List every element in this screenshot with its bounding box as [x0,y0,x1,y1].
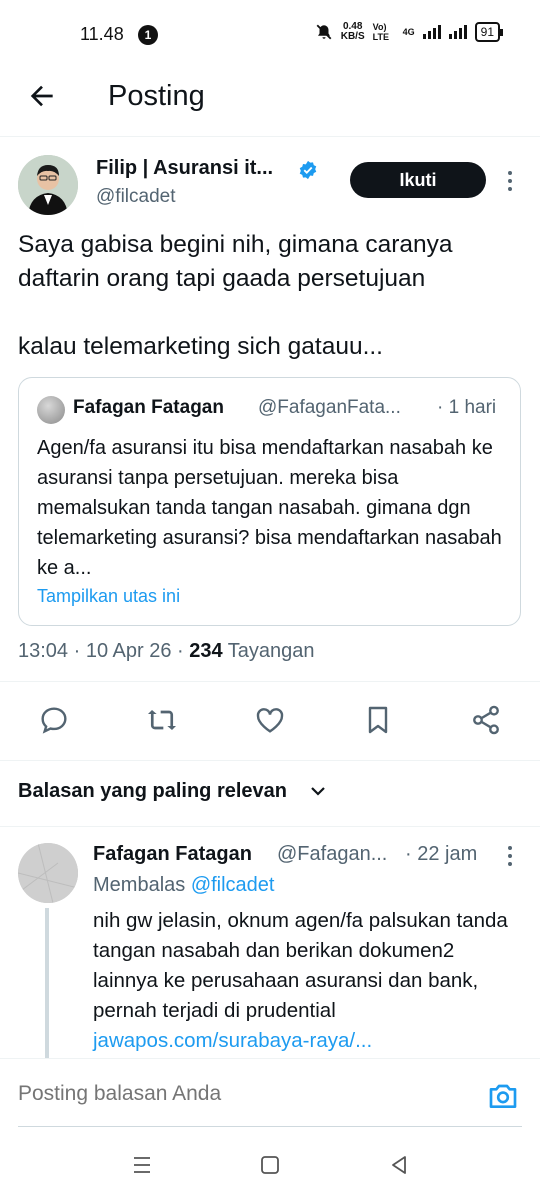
camera-icon[interactable] [486,1080,520,1112]
quote-author-name: Fafagan Fatagan [73,397,224,418]
reply-author-handle[interactable]: @Fafagan... [277,843,387,866]
net-speed-unit: KB/S [340,31,365,42]
bookmark-icon[interactable] [362,704,394,736]
quoted-tweet-card[interactable]: Fafagan Fatagan @FafaganFata... · 1 hari… [18,377,521,626]
follow-button[interactable]: Ikuti [350,162,486,198]
quote-avatar [37,396,65,424]
mention-link[interactable]: @filcadet [191,874,275,896]
share-icon[interactable] [470,704,502,736]
battery-icon: 91 [474,22,504,42]
quote-author-handle: @FafaganFata... [258,397,401,418]
reply-time: · 22 jam [405,843,478,865]
page-title: Posting [108,80,205,112]
tweet-text-line: kalau telemarketing sich gatauu... [18,333,383,360]
author-handle[interactable]: @filcadet [96,186,176,208]
like-icon[interactable] [254,704,286,736]
quote-time: · 1 hari [437,397,497,418]
signal-icon-2 [448,25,467,39]
author-avatar[interactable] [18,155,78,215]
thread-line [45,908,49,1058]
replying-to-label: Membalas [93,874,191,896]
views-count: 234 [189,640,223,662]
status-time: 11.48 [80,24,124,44]
show-thread-link[interactable]: Tampilkan utas ini [37,586,180,607]
network-type: 4G [402,27,415,37]
reply-author-name[interactable]: Fafagan Fatagan [93,843,252,866]
compose-underline [18,1126,522,1127]
chevron-down-icon[interactable] [308,781,328,801]
reply-text-body: nih gw jelasin, oknum agen/fa palsukan t… [93,909,508,1022]
author-name[interactable]: Filip | Asuransi it... [96,157,273,180]
meta-divider [0,681,540,682]
volte-label: Vo) LTE [372,22,389,42]
status-indicators: 0.48 KB/S Vo) LTE 4G 91 [315,22,504,42]
tweet-timestamp: 13:04 · 10 Apr 26 · [18,640,190,662]
signal-icon [422,25,441,39]
more-options-icon[interactable] [500,170,520,192]
back-nav-icon[interactable] [384,1150,414,1180]
reply-text: nih gw jelasin, oknum agen/fa palsukan t… [93,906,523,1056]
back-arrow-icon[interactable] [26,80,58,112]
status-bar: 11.48 1 0.48 KB/S Vo) LTE 4G 91 [0,0,540,68]
views-label: Tayangan [222,640,315,662]
tweet-meta: 13:04 · 10 Apr 26 · 234 Tayangan [18,640,315,663]
header-divider [0,136,540,137]
reply-url-link[interactable]: jawapos.com/surabaya-raya/... [93,1029,372,1052]
reply-icon[interactable] [38,704,70,736]
replying-to: Membalas @filcadet [93,874,274,897]
net-speed: 0.48 KB/S [341,22,365,42]
reply-avatar[interactable] [18,843,78,903]
tweet-text: Saya gabisa begini nih, gimana caranya d… [18,228,523,364]
tweet-text-line: Saya gabisa begini nih, gimana caranya d… [18,231,453,292]
actions-divider [0,760,540,761]
reply-input[interactable] [18,1082,458,1106]
mute-icon [316,24,332,40]
recent-apps-icon[interactable] [127,1150,157,1180]
retweet-icon[interactable] [146,704,178,736]
reply-more-options-icon[interactable] [500,845,520,867]
notification-badge: 1 [138,25,158,45]
quote-text: Agen/fa asuransi itu bisa mendaftarkan n… [37,437,502,579]
home-icon[interactable] [255,1150,285,1180]
replies-sort-dropdown[interactable]: Balasan yang paling relevan [18,780,287,803]
verified-badge-icon [299,160,317,180]
sort-divider [0,826,540,827]
